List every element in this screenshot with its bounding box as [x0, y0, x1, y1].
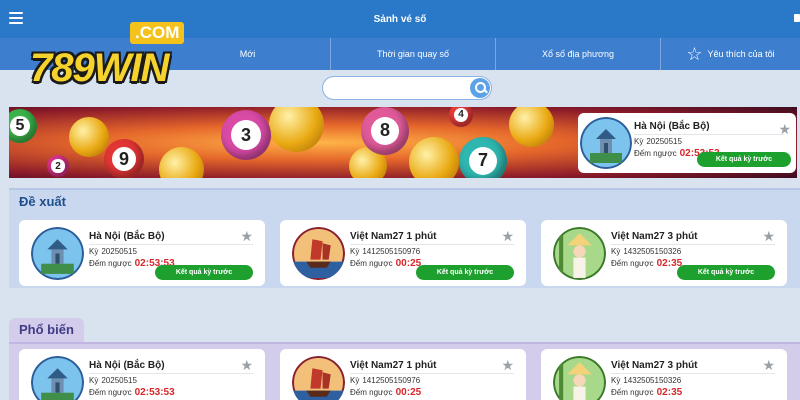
previous-result-button[interactable]: Kết quả kỳ trước — [697, 152, 791, 167]
period-number: 1432505150326 — [623, 376, 682, 385]
lottery-ball: 5 — [9, 109, 37, 143]
countdown-label: Đếm ngược — [350, 388, 393, 397]
gold-coin-image — [159, 147, 204, 178]
lottery-name: Hà Nội (Bắc Bộ) — [89, 231, 253, 245]
period-label: Kỳ — [611, 376, 621, 385]
favorite-star-icon[interactable]: ★ — [501, 357, 514, 374]
logo-dotcom: .COM — [130, 22, 185, 44]
period-number: 1412505150976 — [362, 247, 421, 256]
pagoda-avatar — [580, 117, 632, 169]
lottery-card[interactable]: Việt Nam27 3 phút Kỳ 1432505150326 Đếm ng… — [541, 220, 787, 286]
period-number: 1432505150326 — [623, 247, 682, 256]
featured-lottery-name: Hà Nội (Bắc Bộ) — [634, 121, 784, 135]
lottery-name: Việt Nam27 3 phút — [611, 360, 775, 374]
lottery-card[interactable]: Hà Nội (Bắc Bộ) Kỳ 20250515 Đếm ngược 02:5… — [19, 349, 265, 400]
previous-result-button[interactable]: Kết quả kỳ trước — [155, 265, 253, 280]
tab-new-label: Mới — [239, 49, 256, 59]
lottery-name: Việt Nam27 3 phút — [611, 231, 775, 245]
period-number: 20250515 — [646, 137, 682, 146]
countdown-timer: 02:53:53 — [134, 387, 175, 398]
pagoda-avatar — [31, 227, 84, 280]
period-label: Kỳ — [634, 137, 644, 146]
search-box — [322, 76, 492, 100]
featured-lottery-card[interactable]: Hà Nội (Bắc Bộ) Kỳ20250515 Đếm ngược02:5… — [578, 113, 796, 173]
countdown-label: Đếm ngược — [89, 259, 132, 268]
lottery-ball: 8 — [361, 107, 409, 155]
lottery-card[interactable]: Việt Nam27 1 phút Kỳ 1412505150976 Đếm ng… — [280, 220, 526, 286]
lottery-ball: 4 — [449, 107, 473, 127]
tab-draw-time[interactable]: Thời gian quay số — [330, 38, 495, 70]
tab-favorites-label: Yêu thích của tôi — [707, 49, 775, 59]
conical-hat-woman-avatar — [553, 227, 606, 280]
period-label: Kỳ — [89, 247, 99, 256]
tab-local-lottery-label: Xổ số địa phương — [542, 49, 614, 59]
favorite-star-icon[interactable]: ★ — [778, 121, 791, 138]
gold-coin-image — [269, 107, 324, 152]
period-number: 20250515 — [101, 247, 137, 256]
star-outline-icon: ☆ — [686, 44, 703, 64]
period-label: Kỳ — [350, 247, 360, 256]
lottery-ball: 2 — [47, 155, 69, 177]
lottery-name: Việt Nam27 1 phút — [350, 360, 514, 374]
logo-brand-text: 789WIN — [30, 46, 169, 90]
countdown-label: Đếm ngược — [350, 259, 393, 268]
period-number: 1412505150976 — [362, 376, 421, 385]
message-icon[interactable] — [794, 14, 800, 22]
brand-logo[interactable]: .COM 789WIN — [30, 22, 190, 92]
pagoda-avatar — [31, 356, 84, 400]
period-label: Kỳ — [611, 247, 621, 256]
lottery-ball: 7 — [459, 137, 507, 178]
countdown-label: Đếm ngược — [634, 149, 677, 158]
previous-result-button[interactable]: Kết quả kỳ trước — [677, 265, 775, 280]
favorite-star-icon[interactable]: ★ — [501, 228, 514, 245]
tab-draw-time-label: Thời gian quay số — [377, 49, 449, 59]
search-icon[interactable] — [470, 78, 490, 98]
gold-coin-image — [409, 137, 459, 178]
lottery-card[interactable]: Việt Nam27 3 phút Kỳ 1432505150326 Đếm ng… — [541, 349, 787, 400]
countdown-timer: 02:35 — [656, 387, 683, 398]
lottery-name: Việt Nam27 1 phút — [350, 231, 514, 245]
tab-local-lottery[interactable]: Xổ số địa phương — [495, 38, 660, 70]
gold-coin-image — [509, 107, 554, 147]
junk-boat-avatar — [292, 227, 345, 280]
period-label: Kỳ — [89, 376, 99, 385]
section-title-recommended: Đề xuất — [9, 190, 76, 214]
countdown-label: Đếm ngược — [611, 259, 654, 268]
tab-favorites[interactable]: ☆ Yêu thích của tôi — [660, 38, 800, 70]
countdown-label: Đếm ngược — [89, 388, 132, 397]
countdown-timer: 00:25 — [395, 387, 422, 398]
search-input[interactable] — [333, 81, 463, 95]
period-number: 20250515 — [101, 376, 137, 385]
lottery-ball: 9 — [104, 139, 144, 178]
lottery-card[interactable]: Việt Nam27 1 phút Kỳ 1412505150976 Đếm ng… — [280, 349, 526, 400]
lottery-name: Hà Nội (Bắc Bộ) — [89, 360, 253, 374]
lottery-card[interactable]: Hà Nội (Bắc Bộ) Kỳ 20250515 Đếm ngược 02:5… — [19, 220, 265, 286]
conical-hat-woman-avatar — [553, 356, 606, 400]
section-title-popular: Phổ biến — [9, 318, 84, 342]
period-label: Kỳ — [350, 376, 360, 385]
favorite-star-icon[interactable]: ★ — [240, 357, 253, 374]
lottery-ball: 3 — [221, 110, 271, 160]
favorite-star-icon[interactable]: ★ — [762, 228, 775, 245]
countdown-label: Đếm ngược — [611, 388, 654, 397]
favorite-star-icon[interactable]: ★ — [240, 228, 253, 245]
favorite-star-icon[interactable]: ★ — [762, 357, 775, 374]
gold-coin-image — [69, 117, 109, 157]
junk-boat-avatar — [292, 356, 345, 400]
previous-result-button[interactable]: Kết quả kỳ trước — [416, 265, 514, 280]
